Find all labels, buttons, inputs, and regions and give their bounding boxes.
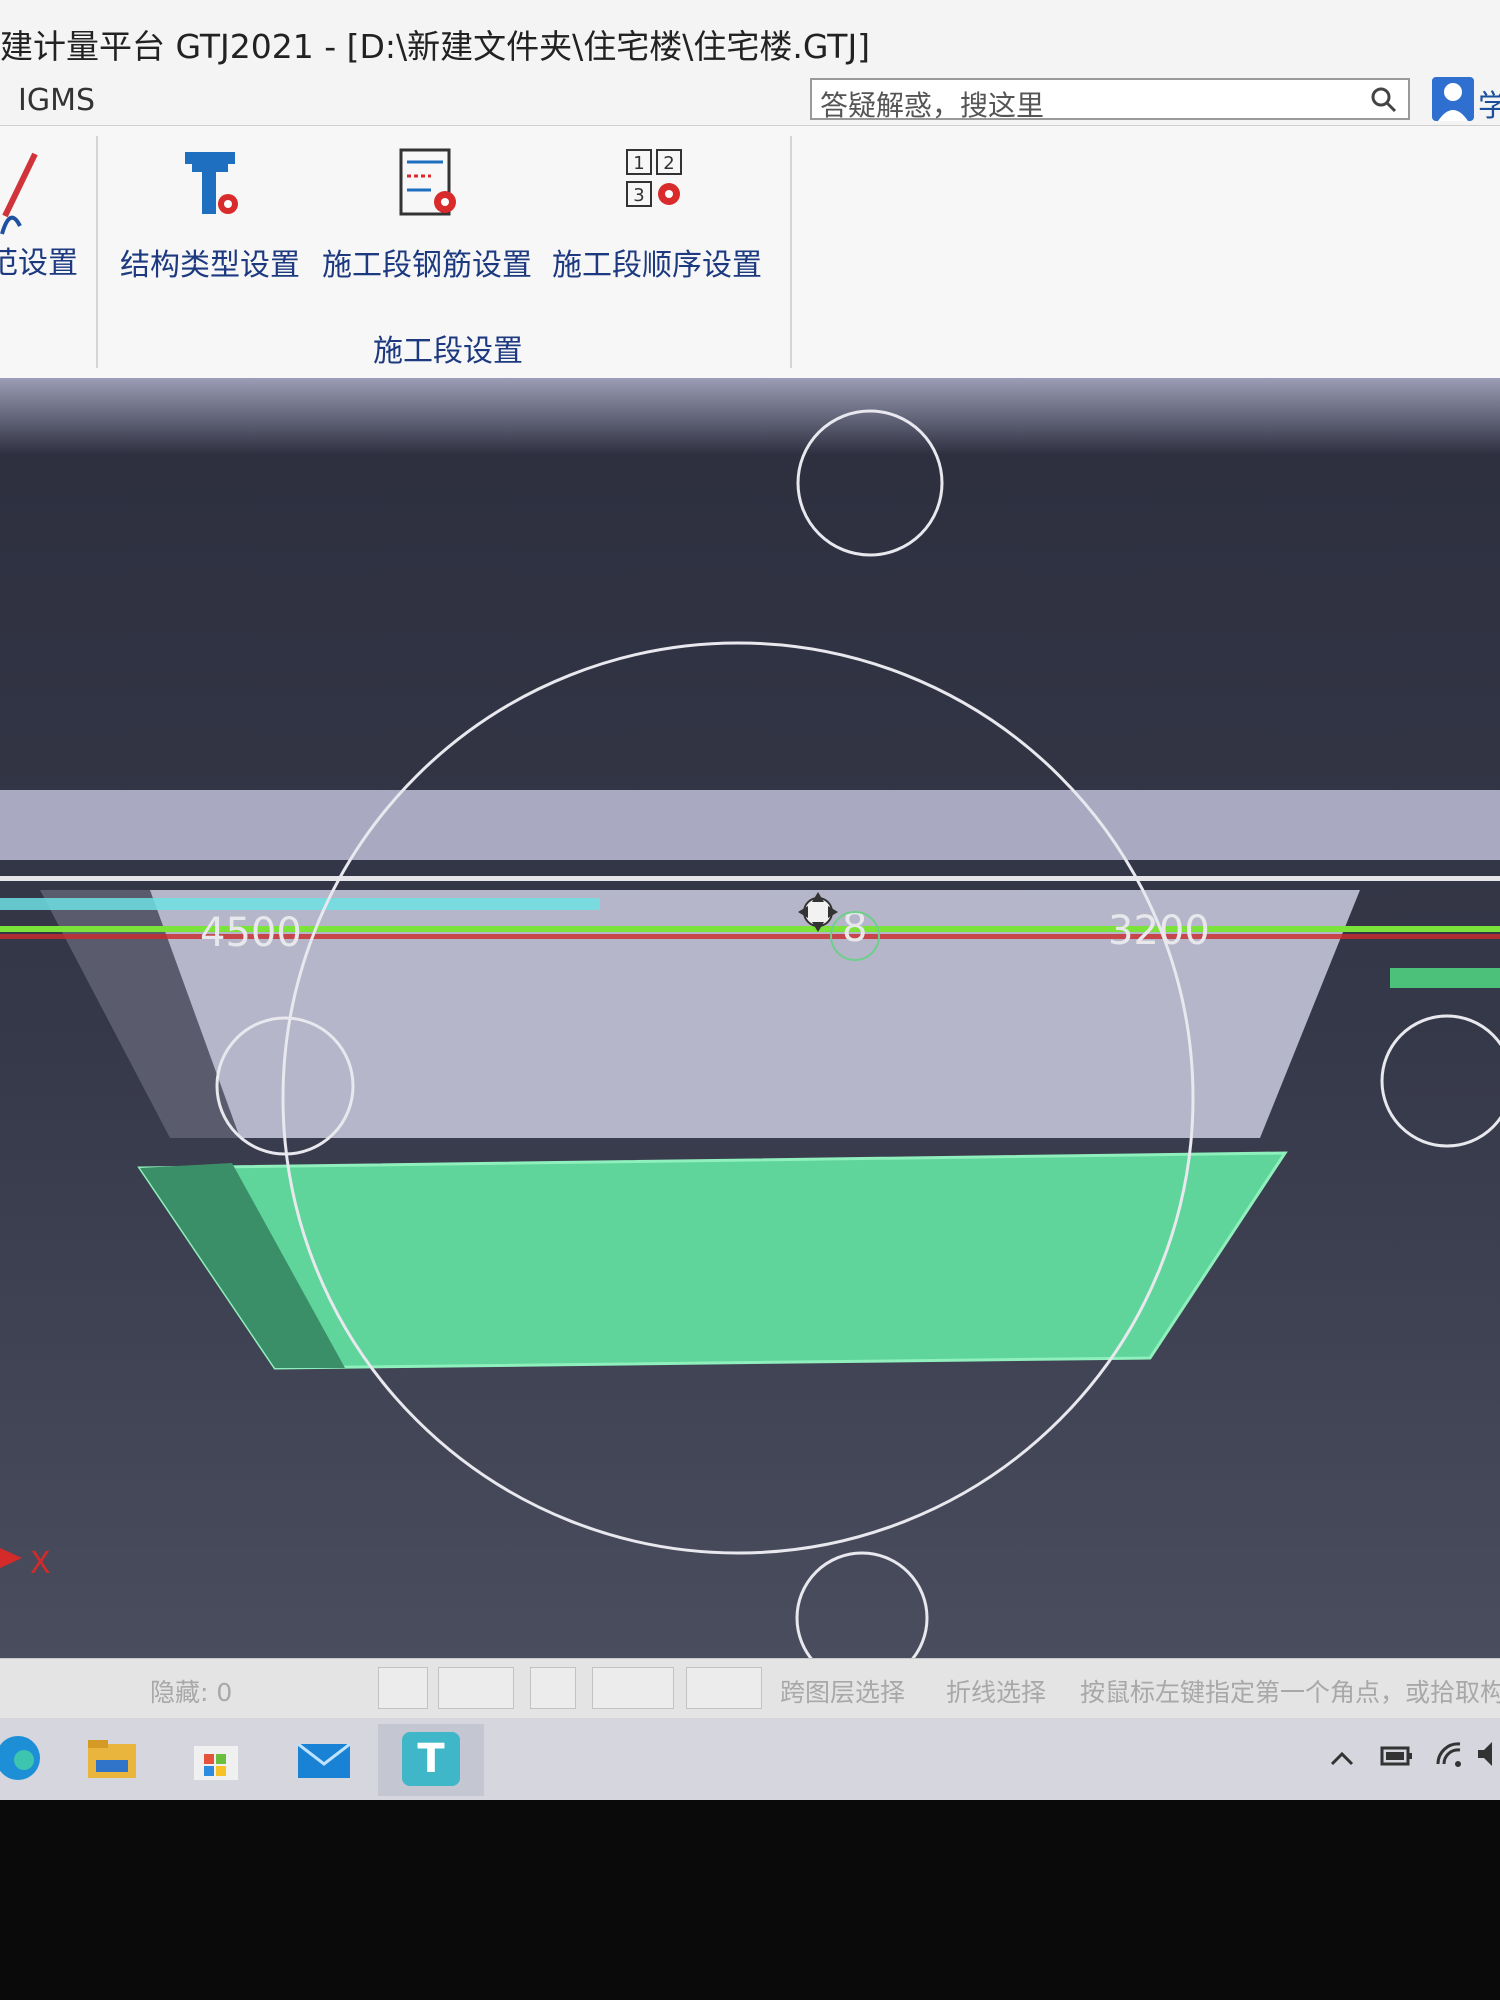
structure-type-button[interactable]: 结构类型设置 (120, 144, 300, 284)
ribbon-separator (96, 136, 98, 368)
battery-icon[interactable] (1380, 1744, 1414, 1768)
search-icon[interactable] (1370, 86, 1398, 114)
hidden-count: 隐藏: 0 (150, 1678, 233, 1707)
search-box[interactable]: 答疑解惑，搜这里 (810, 78, 1410, 122)
mail-icon[interactable] (294, 1730, 354, 1786)
cancel-tool-button[interactable] (530, 1667, 576, 1709)
structure-type-label: 结构类型设置 (120, 248, 300, 283)
order-digit-3: 3 (633, 185, 644, 206)
glitch-band-cyan (0, 898, 600, 910)
glitch-block-green (1390, 968, 1500, 988)
ribbon-group-label: 施工段设置 (373, 334, 523, 369)
structure-type-icon (185, 152, 238, 214)
dimension-label-left: 4500 (200, 910, 302, 956)
section-order-label: 施工段顺序设置 (552, 248, 762, 283)
pencil-icon[interactable] (0, 146, 45, 236)
upper-beam (0, 790, 1500, 860)
cross-layer-select[interactable]: 跨图层选择 (780, 1673, 905, 1709)
grid-line (0, 876, 1500, 881)
status-hint: 按鼠标左键指定第一个角点，或拾取构 (1080, 1678, 1500, 1707)
ribbon-separator (790, 136, 792, 368)
gtj-app-icon[interactable]: T (402, 1732, 460, 1786)
wifi-icon[interactable] (1434, 1738, 1464, 1772)
edge-icon[interactable] (0, 1730, 50, 1786)
menu-bar: IGMS 答疑解惑，搜这里 学 (0, 75, 1500, 126)
avatar-icon[interactable] (1432, 77, 1474, 121)
search-input[interactable]: 答疑解惑，搜这里 (820, 84, 1044, 124)
speaker-icon[interactable] (1476, 1738, 1500, 1772)
scene-canvas[interactable]: 4500 8 3200 X (0, 378, 1500, 1658)
section-order-button[interactable]: 1 2 3 施工段顺序设置 (552, 144, 762, 284)
status-bar: 隐藏: 0 跨图层选择 折线选择 按鼠标左键指定第一个角点，或拾取构 (0, 1658, 1500, 1719)
window-title: 建计量平台 GTJ2021 - [D:\新建文件夹\住宅楼\住宅楼.GTJ] (0, 27, 871, 66)
line-tool-button[interactable] (686, 1667, 762, 1709)
store-icon[interactable] (186, 1730, 246, 1786)
ribbon-toolbar: 范设置 结构类型设置 施工段钢筋设置 1 2 3 施工段顺序设置 施工段设置 (0, 126, 1500, 380)
draw-tool-button[interactable] (592, 1667, 674, 1709)
ribbon-partial-button-label[interactable]: 范设置 (0, 238, 78, 282)
polyline-select[interactable]: 折线选择 (946, 1673, 1046, 1709)
section-rebar-icon (399, 148, 456, 216)
ortho-toggle-button[interactable] (378, 1667, 428, 1709)
chevron-up-icon[interactable] (1328, 1738, 1356, 1778)
dimension-label-right: 3200 (1108, 908, 1210, 954)
section-rebar-button[interactable]: 施工段钢筋设置 (322, 144, 532, 284)
order-digit-2: 2 (663, 153, 674, 174)
app-screen: 建计量平台 GTJ2021 - [D:\新建文件夹\住宅楼\住宅楼.GTJ] I… (0, 0, 1500, 1800)
file-explorer-icon[interactable] (82, 1730, 142, 1786)
section-order-icon: 1 2 3 (626, 149, 682, 207)
order-digit-1: 1 (633, 153, 644, 174)
user-label[interactable]: 学 (1478, 81, 1500, 125)
3d-viewport[interactable]: 4500 8 3200 X (0, 378, 1500, 1658)
menu-item-igms[interactable]: IGMS (18, 83, 95, 118)
section-rebar-label: 施工段钢筋设置 (322, 248, 532, 283)
title-bar: 建计量平台 GTJ2021 - [D:\新建文件夹\住宅楼\住宅楼.GTJ] (0, 0, 1500, 85)
snap-toggle-button[interactable] (438, 1667, 514, 1709)
x-axis-label: X (30, 1546, 51, 1581)
taskbar: T (0, 1718, 1500, 1800)
